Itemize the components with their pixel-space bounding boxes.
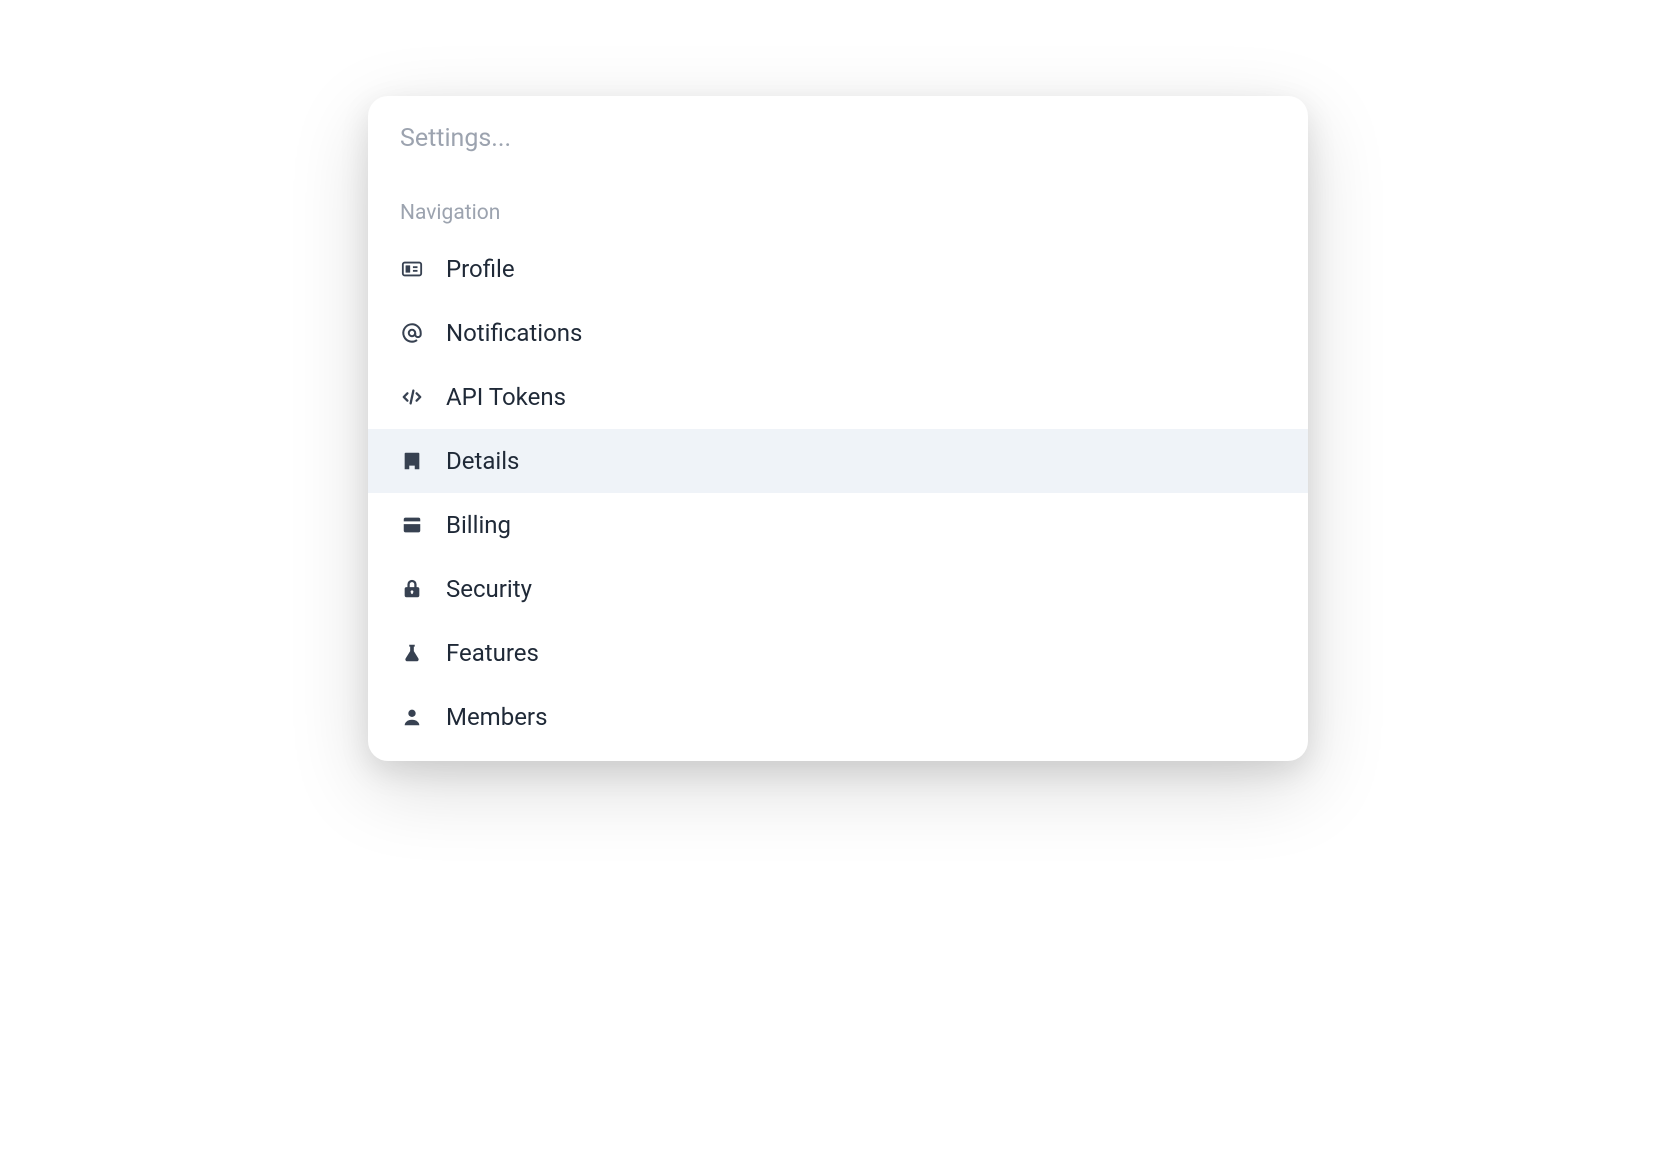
lock-icon: [400, 577, 424, 601]
nav-item-api-tokens[interactable]: API Tokens: [368, 365, 1308, 429]
nav-item-label: API Tokens: [446, 383, 566, 411]
nav-item-security[interactable]: Security: [368, 557, 1308, 621]
user-icon: [400, 705, 424, 729]
nav-item-label: Security: [446, 575, 532, 603]
nav-item-label: Features: [446, 639, 539, 667]
command-palette: Navigation Profile Notifications: [368, 96, 1308, 761]
search-area: [368, 96, 1308, 173]
nav-item-label: Notifications: [446, 319, 582, 347]
nav-list: Profile Notifications API Tokens: [368, 237, 1308, 749]
nav-item-members[interactable]: Members: [368, 685, 1308, 749]
nav-item-profile[interactable]: Profile: [368, 237, 1308, 301]
section-header-navigation: Navigation: [368, 173, 1308, 237]
id-card-icon: [400, 257, 424, 281]
nav-item-details[interactable]: Details: [368, 429, 1308, 493]
nav-item-label: Members: [446, 703, 547, 731]
nav-item-label: Details: [446, 447, 519, 475]
building-icon: [400, 449, 424, 473]
nav-item-label: Profile: [446, 255, 515, 283]
nav-item-notifications[interactable]: Notifications: [368, 301, 1308, 365]
nav-item-billing[interactable]: Billing: [368, 493, 1308, 557]
search-input[interactable]: [400, 124, 1276, 153]
code-icon: [400, 385, 424, 409]
at-sign-icon: [400, 321, 424, 345]
credit-card-icon: [400, 513, 424, 537]
flask-icon: [400, 641, 424, 665]
nav-item-features[interactable]: Features: [368, 621, 1308, 685]
nav-item-label: Billing: [446, 511, 511, 539]
